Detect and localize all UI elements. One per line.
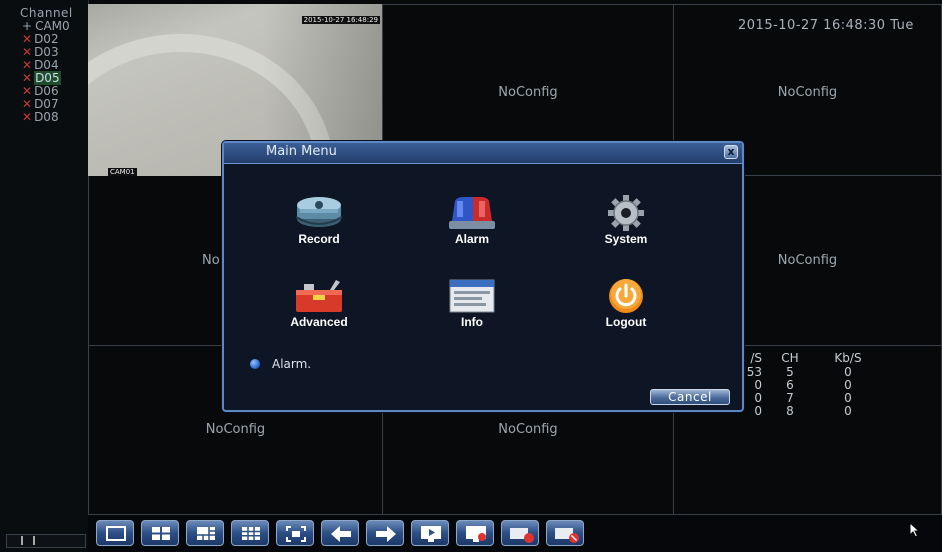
previous-button[interactable] — [321, 520, 359, 546]
six-view-button[interactable] — [186, 520, 224, 546]
disconnected-x-icon: ✕ — [22, 71, 33, 85]
ptz-button[interactable] — [456, 520, 494, 546]
stats-row: 060 — [742, 379, 882, 392]
menu-item-label: Logout — [605, 315, 647, 329]
alarm-stop-icon — [555, 528, 579, 543]
menu-item-system[interactable]: System — [571, 195, 681, 265]
status-text: Alarm. — [272, 357, 312, 371]
stats-cell: 0 — [754, 404, 762, 418]
menu-item-label: System — [604, 232, 648, 246]
bottom-toolbar — [88, 515, 942, 552]
previous-arrow-icon — [331, 526, 351, 542]
status-indicator-icon — [250, 359, 260, 369]
stats-header-cell: Kb/S — [834, 351, 862, 365]
gear-icon — [608, 195, 644, 231]
alarm-siren-icon — [449, 197, 495, 229]
disconnected-x-icon: ✕ — [22, 32, 33, 46]
playback-button[interactable] — [411, 520, 449, 546]
channel-scrollbar[interactable] — [6, 534, 86, 548]
status-line: Alarm. — [250, 357, 311, 371]
plus-icon: + — [22, 19, 33, 33]
dvr-screen: Channel + CAM0 ✕ D02 ✕ D03 ✕ D04 ✕ D05 ✕ D06 ✕… — [0, 0, 942, 552]
dialog-titlebar[interactable]: Main Menu x — [224, 143, 742, 164]
close-icon[interactable]: x — [724, 145, 738, 159]
disconnected-x-icon: ✕ — [22, 84, 33, 98]
menu-item-record[interactable]: Record — [264, 195, 374, 265]
stats-header-cell: /S — [750, 351, 762, 365]
noconfig-label: NoConfig — [777, 85, 838, 100]
disconnected-x-icon: ✕ — [22, 110, 33, 124]
alarm-stop-button[interactable] — [546, 520, 584, 546]
single-view-icon — [106, 526, 126, 541]
camera-timestamp: 2015-10-27 16:48:29 — [301, 16, 380, 24]
bitrate-stats: /S CH Kb/S 53 5 0 060 070 0 8 0 — [742, 350, 882, 418]
quad-view-icon — [152, 527, 170, 540]
cancel-button[interactable]: Cancel — [650, 389, 730, 405]
menu-item-label: Alarm — [454, 232, 489, 246]
disconnected-x-icon: ✕ — [22, 97, 33, 111]
record-stop-button[interactable] — [501, 520, 539, 546]
dialog-title: Main Menu — [266, 144, 337, 159]
mouse-cursor-icon — [909, 522, 921, 538]
playback-icon — [421, 526, 441, 542]
ptz-icon — [466, 526, 486, 542]
info-window-icon — [449, 279, 495, 313]
fullscreen-button[interactable] — [276, 520, 314, 546]
menu-item-label: Record — [298, 232, 340, 246]
main-menu-dialog: Main Menu x Record Alarm System Advanced… — [222, 141, 744, 412]
power-icon — [609, 279, 643, 313]
menu-item-advanced[interactable]: Advanced — [264, 278, 374, 348]
noconfig-label: NoConfig — [205, 422, 266, 437]
stats-row: 070 — [742, 392, 882, 405]
stats-header: /S CH Kb/S — [742, 350, 882, 366]
nine-view-icon — [242, 527, 260, 540]
menu-item-label: Advanced — [290, 315, 348, 329]
stats-header-cell: CH — [781, 351, 799, 365]
scroll-grip-icon[interactable] — [21, 536, 35, 545]
channel-item-d08[interactable]: ✕ D08 — [22, 111, 59, 124]
menu-item-info[interactable]: Info — [417, 278, 527, 348]
nine-view-button[interactable] — [231, 520, 269, 546]
noconfig-label: NoConfig — [498, 85, 558, 100]
quad-view-button[interactable] — [141, 520, 179, 546]
camera-name: CAM01 — [108, 168, 137, 176]
channel-panel-title: Channel — [20, 6, 73, 20]
menu-item-alarm[interactable]: Alarm — [417, 195, 527, 265]
fullscreen-icon — [286, 526, 306, 542]
next-arrow-icon — [376, 526, 396, 542]
single-view-button[interactable] — [96, 520, 134, 546]
six-view-icon — [197, 527, 215, 540]
next-button[interactable] — [366, 520, 404, 546]
toolbox-icon — [296, 280, 342, 312]
menu-item-logout[interactable]: Logout — [571, 278, 681, 348]
stats-cell: 8 — [786, 404, 794, 418]
stats-cell: 0 — [844, 404, 852, 418]
system-datetime: 2015-10-27 16:48:30 Tue — [738, 18, 914, 33]
channel-panel: Channel + CAM0 ✕ D02 ✕ D03 ✕ D04 ✕ D05 ✕ D06 ✕… — [0, 0, 89, 552]
record-stop-icon — [510, 528, 534, 543]
disconnected-x-icon: ✕ — [22, 58, 33, 72]
noconfig-label: NoConfig — [498, 422, 558, 437]
menu-item-label: Info — [461, 315, 483, 329]
noconfig-label: No — [202, 253, 220, 268]
stats-row: 53 5 0 — [742, 366, 882, 379]
stats-row: 0 8 0 — [742, 405, 882, 418]
record-icon — [295, 197, 343, 227]
disconnected-x-icon: ✕ — [22, 45, 33, 59]
